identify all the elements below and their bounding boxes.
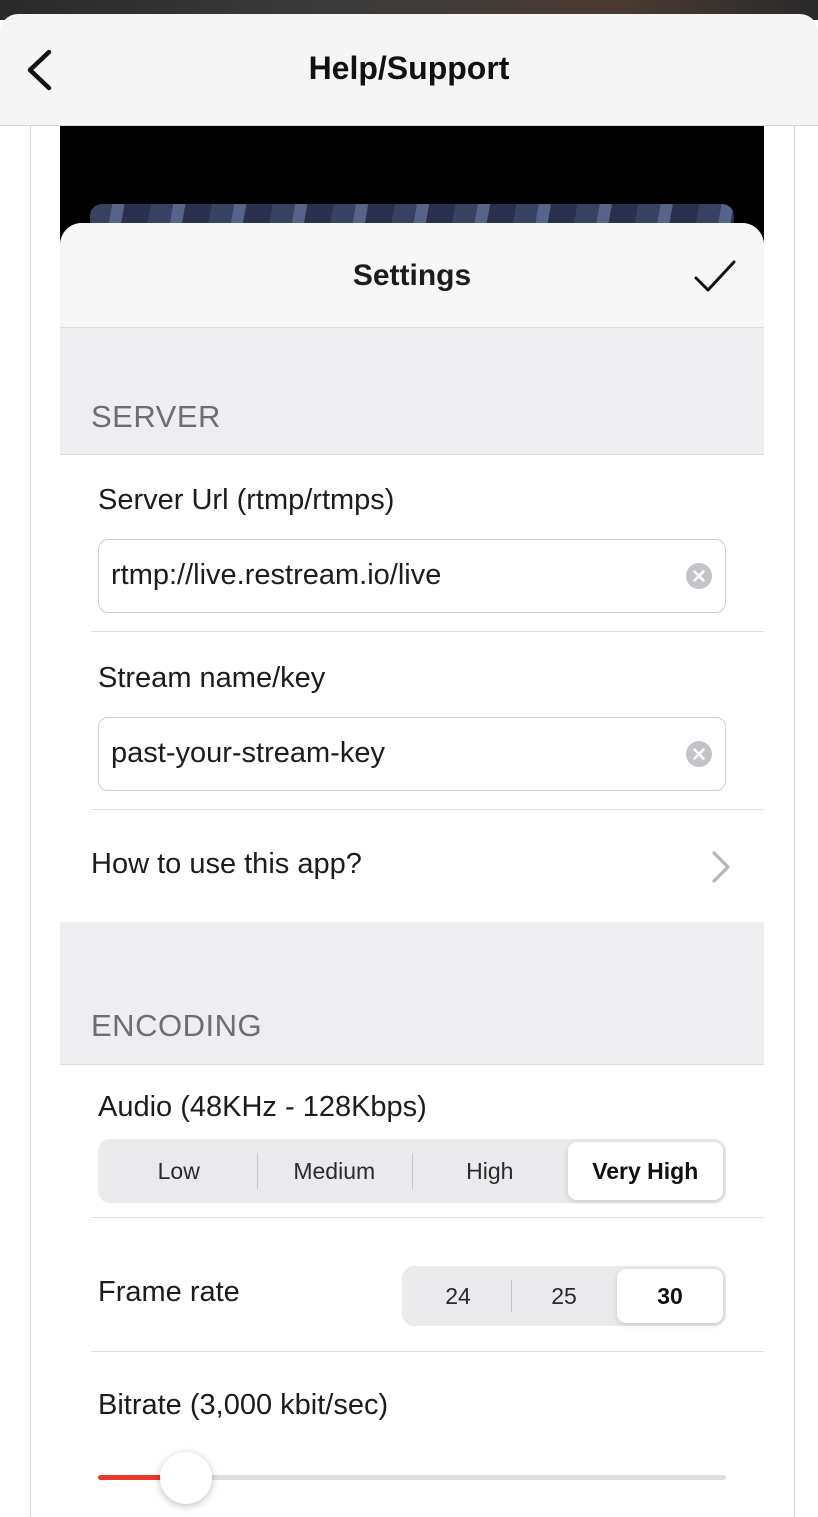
stream-key-label: Stream name/key — [98, 662, 326, 694]
audio-option-high[interactable]: High — [412, 1142, 568, 1200]
bitrate-label: Bitrate (3,000 kbit/sec) — [98, 1389, 389, 1421]
clear-icon[interactable] — [686, 741, 712, 767]
divider — [794, 126, 795, 1517]
checkmark-icon — [694, 260, 736, 292]
nav-bar: Help/Support — [0, 14, 818, 126]
server-section-label: SERVER — [91, 399, 221, 434]
how-to-use-label: How to use this app? — [91, 848, 362, 880]
chevron-right-icon — [712, 851, 730, 883]
frame-rate-option-24[interactable]: 24 — [405, 1269, 511, 1323]
server-url-label: Server Url (rtmp/rtmps) — [98, 484, 395, 516]
settings-title: Settings — [352, 259, 472, 292]
stream-key-field[interactable] — [98, 717, 726, 791]
clear-icon[interactable] — [686, 563, 712, 589]
divider — [91, 631, 764, 632]
settings-header: Settings — [60, 223, 764, 328]
stream-key-input[interactable] — [111, 718, 671, 789]
settings-sheet: Settings SERVER Server Url (rtmp/rtmps) … — [60, 223, 764, 1517]
page-title: Help/Support — [308, 50, 510, 86]
x-mark-icon — [693, 748, 705, 760]
server-section-header: SERVER — [60, 328, 764, 455]
done-button[interactable] — [692, 253, 738, 299]
divider — [91, 1351, 764, 1352]
audio-option-very-high[interactable]: Very High — [567, 1142, 723, 1200]
divider — [30, 126, 31, 1517]
audio-quality-control: Low Medium High Very High — [98, 1139, 726, 1203]
frame-rate-control: 24 25 30 — [402, 1266, 726, 1326]
how-to-use-link[interactable]: How to use this app? — [60, 810, 764, 920]
audio-label: Audio (48KHz - 128Kbps) — [98, 1091, 427, 1123]
x-mark-icon — [693, 570, 705, 582]
frame-rate-option-25[interactable]: 25 — [511, 1269, 617, 1323]
frame-rate-label: Frame rate — [98, 1276, 240, 1308]
server-url-input[interactable] — [111, 540, 671, 611]
audio-option-medium[interactable]: Medium — [256, 1142, 413, 1200]
bitrate-slider-thumb[interactable] — [159, 1452, 212, 1504]
audio-option-low[interactable]: Low — [101, 1142, 257, 1200]
encoding-section-label: ENCODING — [91, 1008, 263, 1043]
settings-body: Server Url (rtmp/rtmps) Stream name/key — [60, 455, 764, 1516]
frame-rate-option-30[interactable]: 30 — [617, 1269, 723, 1323]
divider — [91, 1217, 764, 1218]
server-url-field[interactable] — [98, 539, 726, 613]
encoding-section-header: ENCODING — [60, 922, 764, 1065]
